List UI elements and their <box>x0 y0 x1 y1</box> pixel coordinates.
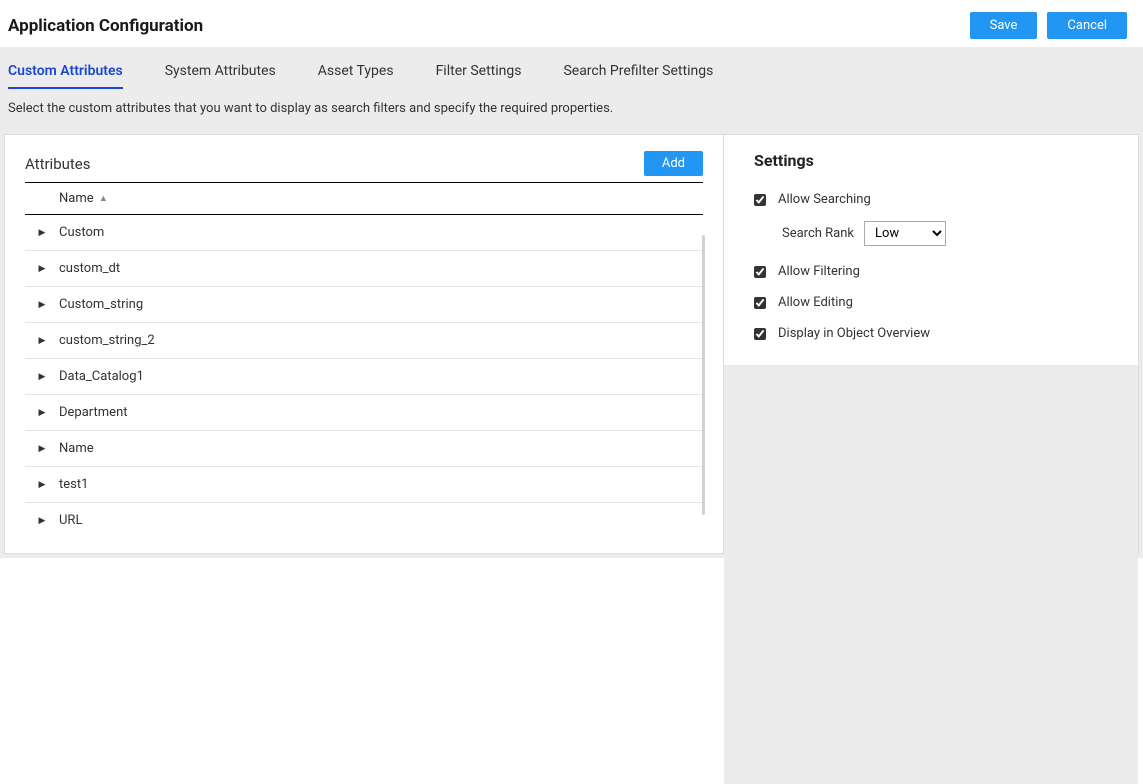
page-header: Application Configuration Save Cancel <box>0 0 1143 47</box>
allow-searching-checkbox[interactable] <box>754 194 766 206</box>
cancel-button[interactable]: Cancel <box>1047 12 1127 39</box>
settings-title: Settings <box>754 151 1108 170</box>
expand-icon[interactable]: ▶ <box>25 372 59 382</box>
settings-panel: Settings Allow Searching Search Rank Low… <box>724 135 1138 366</box>
panels-container: Attributes Add Name ▲ ▶ Custom ▶ custom_… <box>0 134 1143 558</box>
row-name: Custom_string <box>59 297 143 312</box>
table-row[interactable]: ▶ Custom <box>25 215 703 251</box>
sort-ascending-icon: ▲ <box>99 194 108 204</box>
row-name: Department <box>59 405 128 420</box>
expand-icon[interactable]: ▶ <box>25 480 59 490</box>
row-name: test1 <box>59 477 88 492</box>
content-area: Custom Attributes System Attributes Asse… <box>0 47 1143 558</box>
expand-icon[interactable]: ▶ <box>25 336 59 346</box>
column-header-name: Name <box>59 191 94 206</box>
attributes-header: Attributes Add <box>25 151 703 176</box>
display-overview-checkbox[interactable] <box>754 328 766 340</box>
expand-icon[interactable]: ▶ <box>25 300 59 310</box>
tab-asset-types[interactable]: Asset Types <box>318 63 394 89</box>
tab-search-prefilter-settings[interactable]: Search Prefilter Settings <box>563 63 713 89</box>
row-name: custom_string_2 <box>59 333 155 348</box>
table-header-name[interactable]: Name ▲ <box>25 182 703 215</box>
row-name: Data_Catalog1 <box>59 369 144 384</box>
table-row[interactable]: ▶ custom_string_2 <box>25 323 703 359</box>
tab-system-attributes[interactable]: System Attributes <box>165 63 276 89</box>
table-row[interactable]: ▶ Data_Catalog1 <box>25 359 703 395</box>
search-rank-label: Search Rank <box>782 226 854 241</box>
tabs-bar: Custom Attributes System Attributes Asse… <box>0 47 1143 89</box>
attributes-title: Attributes <box>25 155 91 173</box>
settings-panel-wrap: Settings Allow Searching Search Rank Low… <box>724 134 1139 554</box>
expand-icon[interactable]: ▶ <box>25 516 59 526</box>
table-row[interactable]: ▶ custom_dt <box>25 251 703 287</box>
display-overview-label: Display in Object Overview <box>778 326 930 341</box>
table-row[interactable]: ▶ Department <box>25 395 703 431</box>
expand-icon[interactable]: ▶ <box>25 228 59 238</box>
tab-custom-attributes[interactable]: Custom Attributes <box>8 63 123 89</box>
settings-empty-area <box>724 366 1138 784</box>
attributes-panel: Attributes Add Name ▲ ▶ Custom ▶ custom_… <box>4 134 724 554</box>
search-rank-select[interactable]: Low Medium High <box>864 221 946 246</box>
allow-filtering-label: Allow Filtering <box>778 264 860 279</box>
display-overview-row: Display in Object Overview <box>754 326 1108 341</box>
allow-searching-row: Allow Searching <box>754 192 1108 207</box>
tab-filter-settings[interactable]: Filter Settings <box>436 63 522 89</box>
scrollbar[interactable] <box>702 235 705 515</box>
table-row[interactable]: ▶ Name <box>25 431 703 467</box>
row-name: custom_dt <box>59 261 120 276</box>
search-rank-row: Search Rank Low Medium High <box>782 221 1108 246</box>
expand-icon[interactable]: ▶ <box>25 408 59 418</box>
allow-filtering-checkbox[interactable] <box>754 266 766 278</box>
allow-editing-checkbox[interactable] <box>754 297 766 309</box>
allow-editing-label: Allow Editing <box>778 295 853 310</box>
table-row[interactable]: ▶ test1 <box>25 467 703 503</box>
expand-icon[interactable]: ▶ <box>25 444 59 454</box>
allow-filtering-row: Allow Filtering <box>754 264 1108 279</box>
expand-icon[interactable]: ▶ <box>25 264 59 274</box>
row-name: URL <box>59 513 82 525</box>
allow-editing-row: Allow Editing <box>754 295 1108 310</box>
page-title: Application Configuration <box>8 16 203 36</box>
add-button[interactable]: Add <box>644 151 703 176</box>
attributes-table-body: ▶ Custom ▶ custom_dt ▶ Custom_string ▶ c… <box>25 215 703 525</box>
table-row[interactable]: ▶ Custom_string <box>25 287 703 323</box>
row-name: Custom <box>59 225 104 240</box>
tab-description: Select the custom attributes that you wa… <box>0 89 1143 134</box>
save-button[interactable]: Save <box>970 12 1038 39</box>
row-name: Name <box>59 441 94 456</box>
header-buttons: Save Cancel <box>970 12 1127 39</box>
table-row[interactable]: ▶ URL <box>25 503 703 525</box>
allow-searching-label: Allow Searching <box>778 192 871 207</box>
